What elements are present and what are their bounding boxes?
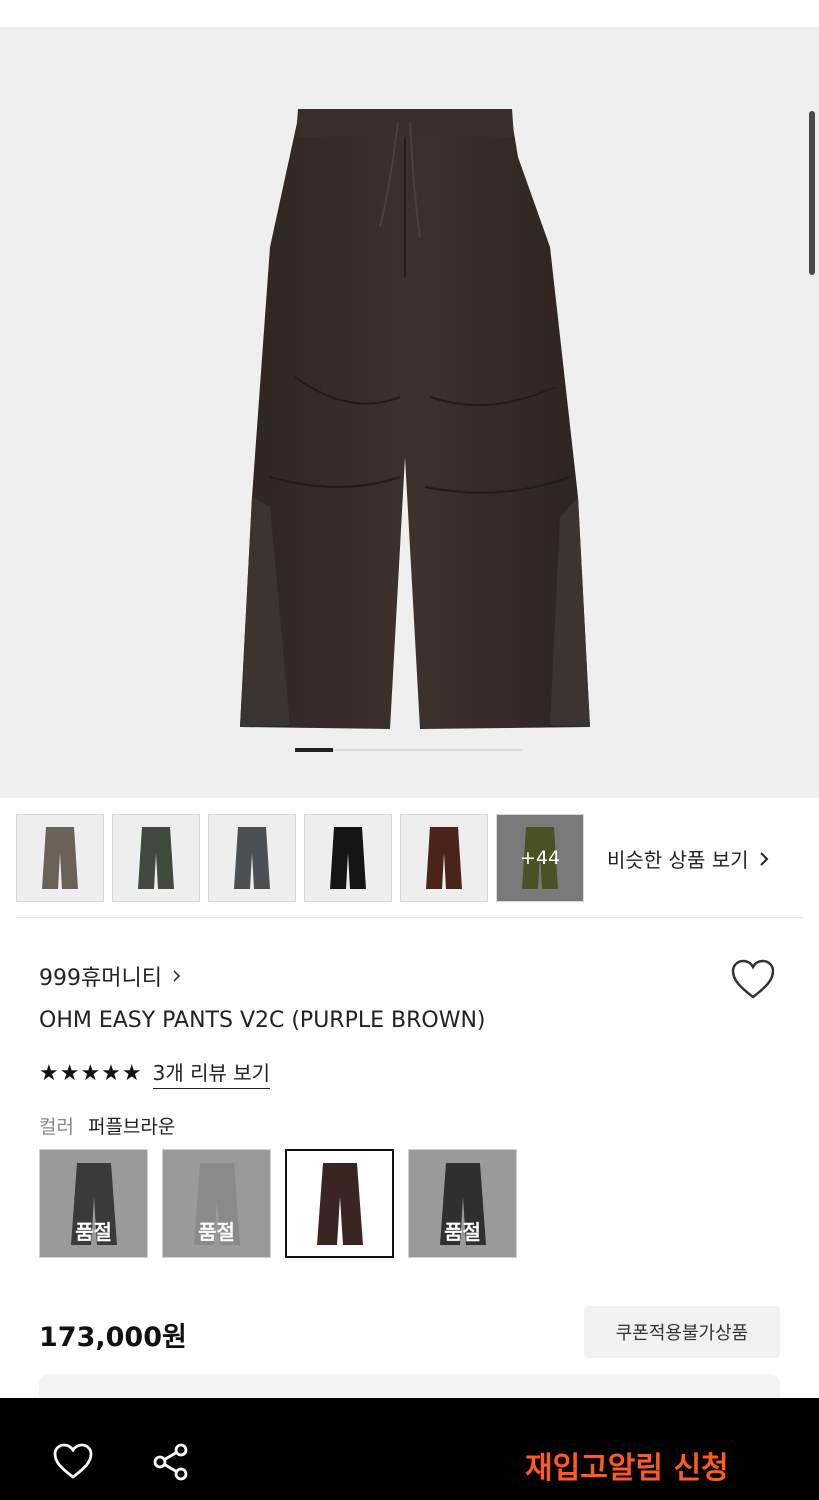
pants-thumb-icon — [234, 827, 270, 889]
pants-thumb-icon — [42, 827, 78, 889]
variant-thumb-5[interactable] — [400, 814, 488, 902]
review-link[interactable]: 3개 리뷰 보기 — [152, 1057, 271, 1089]
color-option-3-selected[interactable] — [285, 1149, 394, 1258]
color-options: 품절 품절 품절 — [39, 1149, 517, 1258]
slide-indicator-active — [295, 748, 333, 752]
variant-thumb-2[interactable] — [112, 814, 200, 902]
pants-thumb-icon — [330, 827, 366, 889]
color-value: 퍼플브라운 — [87, 1116, 176, 1138]
chevron-right-icon — [759, 851, 768, 866]
brand-name: 999휴머니티 — [39, 966, 162, 991]
color-label: 컬러 — [39, 1116, 74, 1138]
scrollbar[interactable] — [809, 111, 815, 275]
more-count: +44 — [519, 847, 561, 869]
product-hero-image[interactable] — [0, 27, 819, 798]
product-price: 173,000원 — [39, 1322, 187, 1353]
color-option-2[interactable]: 품절 — [162, 1149, 271, 1258]
chevron-right-icon — [173, 970, 181, 982]
color-row: 컬러 퍼플브라운 — [39, 1112, 175, 1139]
soldout-label: 품절 — [444, 1220, 481, 1244]
variant-thumb-4[interactable] — [304, 814, 392, 902]
coupon-badge: 쿠폰적용불가상품 — [584, 1306, 780, 1358]
similar-products-link[interactable]: 비슷한 상품 보기 — [607, 844, 769, 873]
variant-thumb-1[interactable] — [16, 814, 104, 902]
soldout-label: 품절 — [75, 1220, 112, 1244]
variant-thumbnails: +44 — [16, 814, 584, 902]
pants-thumb-icon — [138, 827, 174, 889]
wishlist-heart-icon[interactable] — [730, 958, 776, 1000]
pants-option-icon — [316, 1162, 363, 1245]
color-option-4[interactable]: 품절 — [408, 1149, 517, 1258]
divider — [16, 917, 803, 918]
color-option-1[interactable]: 품절 — [39, 1149, 148, 1258]
slide-indicator — [295, 748, 523, 752]
share-icon[interactable] — [151, 1442, 191, 1482]
star-rating: ★★★★★ — [39, 1060, 143, 1086]
similar-products-label: 비슷한 상품 보기 — [607, 848, 749, 872]
bottom-action-bar: 재입고알림 신청 — [0, 1398, 819, 1500]
rating-row: ★★★★★ 3개 리뷰 보기 — [39, 1057, 271, 1089]
variant-thumb-3[interactable] — [208, 814, 296, 902]
restock-alert-button[interactable]: 재입고알림 신청 — [525, 1443, 729, 1487]
pants-image — [240, 109, 590, 729]
pants-thumb-icon — [426, 827, 462, 889]
brand-link[interactable]: 999휴머니티 — [39, 960, 181, 992]
soldout-label: 품절 — [198, 1220, 235, 1244]
product-title: OHM EASY PANTS V2C (PURPLE BROWN) — [39, 1008, 486, 1033]
wishlist-heart-icon[interactable] — [52, 1442, 94, 1480]
variant-thumb-more[interactable]: +44 — [496, 814, 584, 902]
